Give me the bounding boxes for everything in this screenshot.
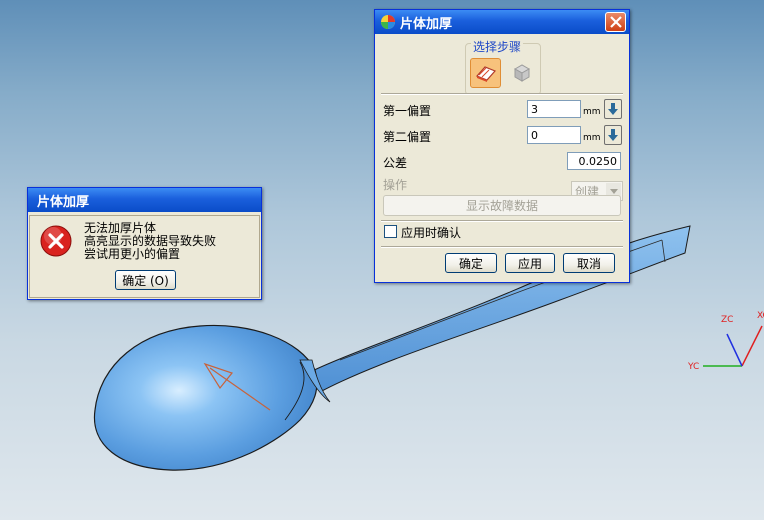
error-dialog-titlebar[interactable]: 片体加厚 — [28, 188, 261, 212]
error-dialog: 片体加厚 无法加厚片体 高亮显示的数据导致失败 尝试用更小的偏置 确定 (O) — [27, 187, 262, 300]
error-messages: 无法加厚片体 高亮显示的数据导致失败 尝试用更小的偏置 — [84, 222, 216, 261]
second-offset-unit: mm — [583, 133, 601, 143]
spoon-bowl[interactable] — [93, 324, 318, 471]
apply-button[interactable]: 应用 — [505, 253, 555, 273]
arrow-down-icon — [608, 103, 618, 115]
thicken-dialog-title: 片体加厚 — [400, 16, 453, 32]
show-failure-data-button: 显示故障数据 — [383, 195, 621, 216]
axis-z-line — [726, 333, 743, 367]
arrow-down-icon — [608, 129, 618, 141]
separator-2 — [381, 220, 623, 222]
confirm-on-apply-label: 应用时确认 — [401, 226, 462, 240]
error-ok-button[interactable]: 确定 (O) — [115, 270, 176, 290]
operation-label: 操作 — [383, 178, 408, 192]
first-offset-menu-button[interactable] — [604, 99, 622, 119]
ok-button[interactable]: 确定 — [445, 253, 497, 273]
second-offset-menu-button[interactable] — [604, 125, 622, 145]
error-dialog-body: 无法加厚片体 高亮显示的数据导致失败 尝试用更小的偏置 确定 (O) — [29, 215, 260, 298]
confirm-on-apply-checkbox[interactable] — [384, 225, 397, 238]
second-offset-input[interactable]: 0 — [527, 126, 581, 144]
nx-app-icon — [381, 15, 395, 29]
error-icon — [40, 225, 72, 257]
cancel-button[interactable]: 取消 — [563, 253, 615, 273]
select-body-step-icon[interactable] — [506, 58, 537, 88]
selection-steps-label: 选择步骤 — [471, 38, 524, 55]
separator-3 — [381, 246, 623, 248]
axis-xc-label: XC — [757, 311, 764, 321]
select-face-step-icon[interactable] — [470, 58, 501, 88]
first-offset-unit: mm — [583, 107, 601, 117]
close-icon[interactable] — [605, 12, 626, 32]
separator-1 — [381, 93, 623, 95]
axis-x-line — [741, 325, 763, 367]
thicken-sheet-dialog: 片体加厚 选择步骤 第一偏置 3 mm 第二偏置 0 mm 公差 0.0250 … — [374, 9, 630, 283]
error-dialog-title: 片体加厚 — [37, 194, 90, 210]
second-offset-label: 第二偏置 — [383, 130, 432, 144]
tolerance-input[interactable]: 0.0250 — [567, 152, 621, 170]
axis-yc-label: YC — [688, 362, 700, 372]
error-message-3: 尝试用更小的偏置 — [84, 247, 181, 261]
first-offset-input[interactable]: 3 — [527, 100, 581, 118]
first-offset-label: 第一偏置 — [383, 104, 432, 118]
axis-zc-label: ZC — [721, 315, 734, 325]
tolerance-label: 公差 — [383, 156, 408, 170]
thicken-dialog-titlebar[interactable]: 片体加厚 — [375, 10, 629, 34]
